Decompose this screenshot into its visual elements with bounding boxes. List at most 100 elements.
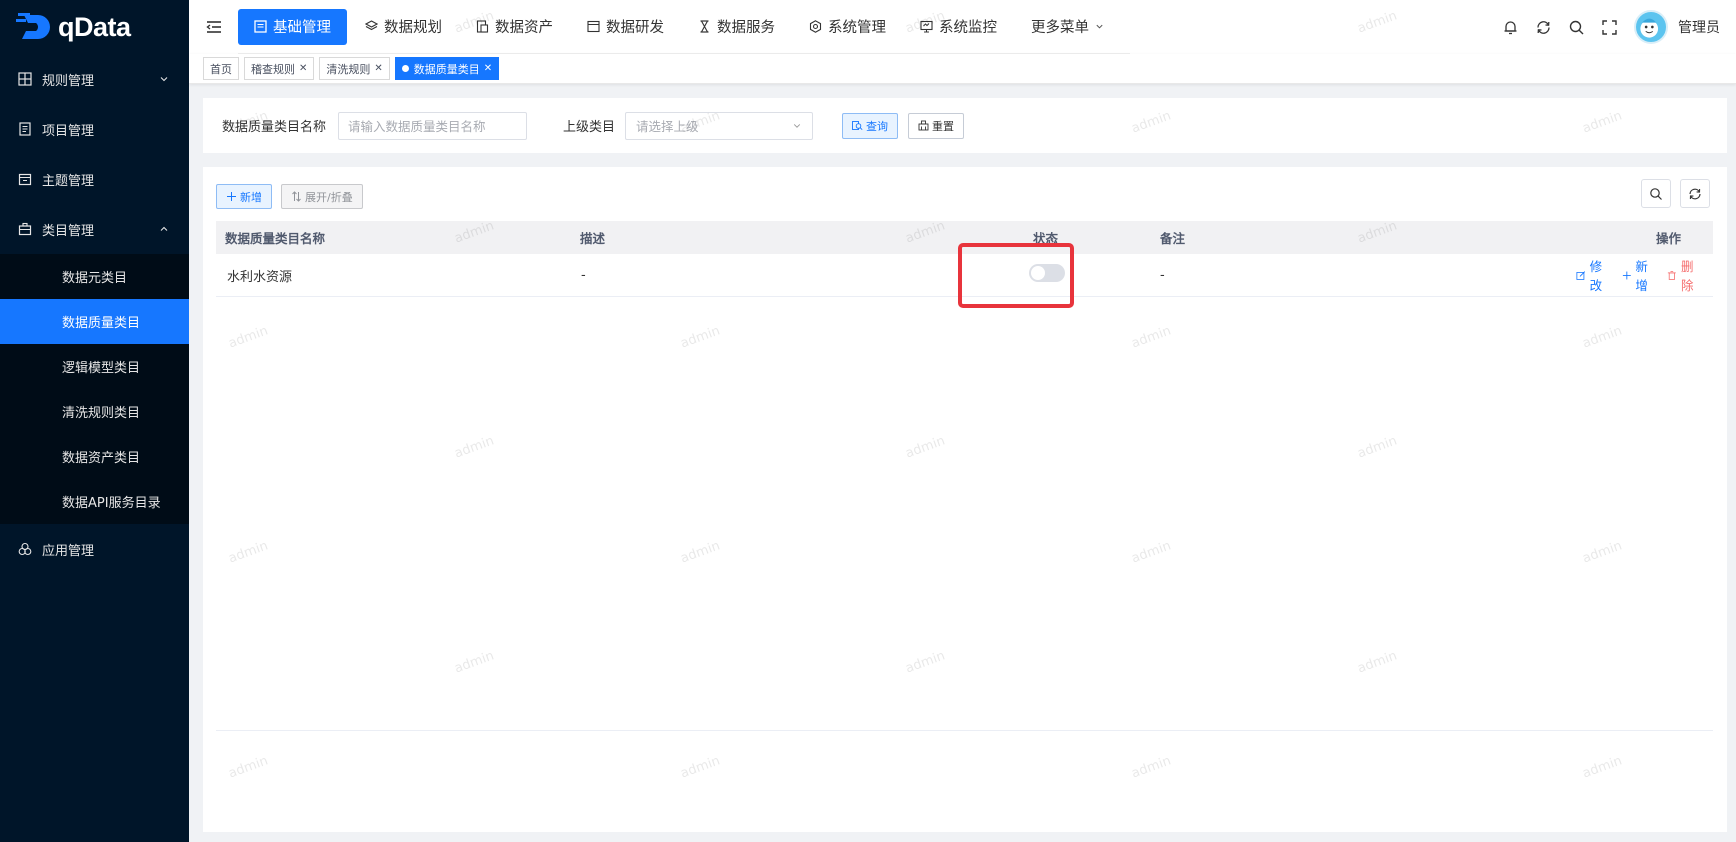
logo[interactable]: qData	[0, 0, 189, 54]
apps-icon	[18, 542, 32, 556]
category-submenu: 数据元类目 数据质量类目 逻辑模型类目 清洗规则类目 数据资产类目 数据API服…	[0, 254, 189, 524]
tag-label: 清洗规则	[326, 62, 371, 76]
nav-label: 数据规划	[384, 20, 442, 36]
sidebar-item-projects[interactable]: 项目管理	[0, 104, 189, 154]
col-actions: 操作	[1656, 231, 1682, 246]
action-label: 删除	[1681, 259, 1694, 293]
nav-dev[interactable]: 数据研发	[571, 9, 680, 45]
sidebar-item-categories[interactable]: 类目管理	[0, 204, 189, 254]
tag-quality-category[interactable]: 数据质量类目 ✕	[394, 57, 500, 80]
table-tools	[1632, 179, 1710, 208]
nav-assets[interactable]: 数据资产	[460, 9, 569, 45]
nav-label: 系统管理	[828, 20, 886, 36]
header-actions: 管理员	[1486, 0, 1720, 54]
select-placeholder: 请选择上级	[636, 119, 699, 134]
briefcase-icon	[18, 222, 32, 236]
nav-base[interactable]: 基础管理	[238, 8, 347, 45]
sort-icon	[292, 191, 301, 202]
close-icon[interactable]: ✕	[299, 63, 307, 74]
search-icon[interactable]	[1568, 19, 1585, 36]
add-button[interactable]: 新增	[216, 184, 272, 209]
sidebar-subitem[interactable]: 逻辑模型类目	[0, 344, 189, 389]
logo-icon	[16, 13, 50, 39]
refresh-table-button[interactable]	[1680, 179, 1710, 208]
sidebar-subitem[interactable]: 数据元类目	[0, 254, 189, 299]
sidebar-subitem[interactable]: 清洗规则类目	[0, 389, 189, 434]
query-button[interactable]: 查询	[842, 112, 899, 139]
delete-button[interactable]: 删除	[1667, 256, 1703, 294]
button-label: 展开/折叠	[305, 190, 353, 204]
search-form: 数据质量类目名称 请输入数据质量类目名称 上级类目 请选择上级 查询 重置	[203, 98, 1727, 153]
grid-icon	[18, 72, 32, 86]
menu-fold-icon[interactable]	[206, 20, 222, 34]
asset-icon	[476, 20, 489, 33]
annotation-highlight-box	[958, 243, 1074, 308]
tag-label: 首页	[210, 62, 232, 76]
nav-label: 系统监控	[939, 20, 997, 36]
search-icon	[1650, 187, 1662, 200]
chevron-up-icon	[160, 226, 168, 231]
bell-icon[interactable]	[1502, 19, 1519, 36]
sidebar-subitem-active[interactable]: 数据质量类目	[0, 299, 189, 344]
nav-monitor[interactable]: 系统监控	[904, 9, 1013, 45]
cell-name: 水利水资源	[227, 269, 293, 285]
button-label: 重置	[932, 119, 955, 133]
expand-collapse-button[interactable]: 展开/折叠	[281, 184, 363, 209]
tags-view: 首页 稽查规则 ✕ 清洗规则 ✕ 数据质量类目 ✕	[189, 54, 1736, 84]
top-nav: 基础管理 数据规划 数据资产 数据研发 数据服务 系统管理 系统监控 更多菜单	[238, 0, 1130, 54]
tag-label: 数据质量类目	[413, 62, 480, 76]
sidebar-item-label: 类目管理	[42, 223, 95, 239]
sidebar-item-label: 规则管理	[42, 73, 95, 89]
close-icon[interactable]: ✕	[374, 63, 382, 74]
toggle-search-button[interactable]	[1641, 179, 1671, 208]
sidebar-item-topics[interactable]: 主题管理	[0, 154, 189, 204]
add-child-button[interactable]: 新增	[1622, 256, 1658, 294]
sidebar-item-label: 项目管理	[42, 123, 95, 139]
sidebar-item-rules[interactable]: 规则管理	[0, 54, 189, 104]
tag-home[interactable]: 首页	[203, 57, 239, 80]
username[interactable]: 管理员	[1678, 17, 1720, 37]
edit-icon	[1576, 270, 1586, 280]
action-label: 修改	[1589, 259, 1603, 293]
gear-icon	[809, 20, 822, 33]
sidebar-item-label: 应用管理	[42, 543, 95, 559]
sidebar: qData 规则管理 项目管理 主题管理 类目管理 数据元类目 数据质量类目 逻…	[0, 0, 189, 842]
avatar[interactable]	[1634, 10, 1668, 44]
parent-select[interactable]: 请选择上级	[625, 111, 814, 140]
nav-system[interactable]: 系统管理	[793, 9, 902, 45]
refresh-icon[interactable]	[1535, 19, 1552, 36]
plus-icon	[1622, 271, 1631, 279]
sidebar-item-apps[interactable]: 应用管理	[0, 524, 189, 574]
sidebar-subitem[interactable]: 数据资产类目	[0, 434, 189, 479]
nav-label: 数据资产	[495, 20, 553, 36]
nav-planning[interactable]: 数据规划	[349, 9, 458, 45]
action-label: 新增	[1635, 259, 1648, 293]
col-desc: 描述	[580, 231, 606, 246]
input-placeholder: 请输入数据质量类目名称	[348, 119, 486, 134]
table-toolbar: 新增 展开/折叠	[216, 184, 363, 209]
hourglass-icon	[700, 20, 709, 33]
reset-button[interactable]: 重置	[908, 112, 965, 139]
nav-service[interactable]: 数据服务	[682, 9, 791, 45]
chevron-down-icon	[793, 123, 801, 128]
base-icon	[254, 20, 267, 33]
plus-icon	[227, 192, 236, 201]
reset-icon	[918, 120, 929, 131]
button-label: 新增	[240, 190, 262, 204]
document-icon	[19, 122, 31, 136]
fullscreen-icon[interactable]	[1601, 19, 1618, 36]
header: 基础管理 数据规划 数据资产 数据研发 数据服务 系统管理 系统监控 更多菜单	[189, 0, 1736, 54]
col-remark: 备注	[1160, 231, 1186, 246]
name-search-input[interactable]: 请输入数据质量类目名称	[338, 111, 528, 140]
nav-label: 基础管理	[273, 20, 331, 36]
tag-audit-rules[interactable]: 稽查规则 ✕	[244, 57, 315, 80]
avatar-icon	[1640, 18, 1659, 38]
sidebar-item-label: 主题管理	[42, 173, 95, 189]
close-icon[interactable]: ✕	[484, 63, 492, 74]
nav-more[interactable]: 更多菜单	[1015, 9, 1128, 45]
monitor-icon	[920, 20, 933, 33]
col-name: 数据质量类目名称	[225, 231, 326, 246]
sidebar-subitem[interactable]: 数据API服务目录	[0, 479, 189, 524]
edit-button[interactable]: 修改	[1576, 256, 1612, 294]
tag-clean-rules[interactable]: 清洗规则 ✕	[319, 57, 390, 80]
